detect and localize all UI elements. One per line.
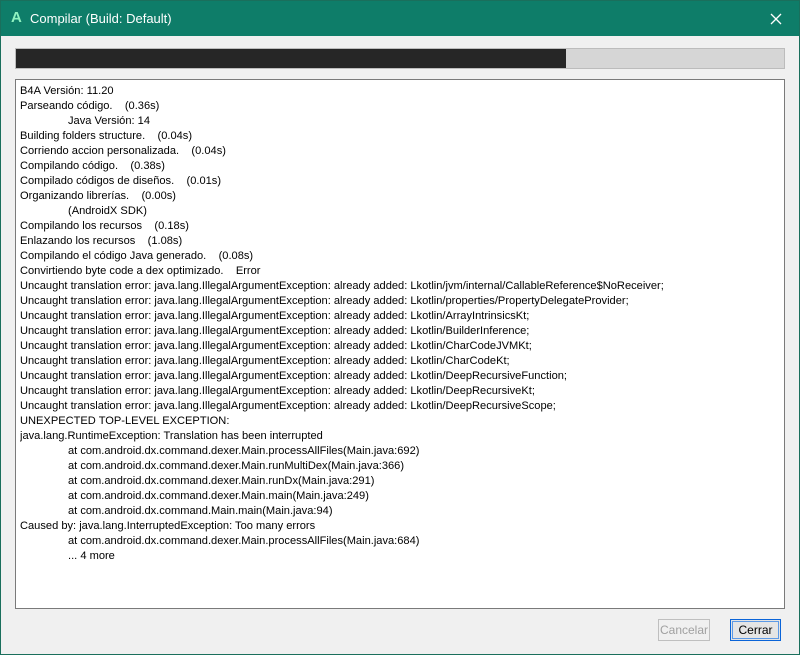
log-line: Compilado códigos de diseños. (0.01s) xyxy=(20,175,222,187)
log-line: Caused by: java.lang.InterruptedExceptio… xyxy=(20,520,316,532)
log-line: Uncaught translation error: java.lang.Il… xyxy=(20,355,510,367)
cancel-button[interactable]: Cancelar xyxy=(658,619,710,641)
log-line: Compilando los recursos (0.18s) xyxy=(20,220,189,232)
log-line: at com.android.dx.command.dexer.Main.pro… xyxy=(68,535,420,547)
log-line: Uncaught translation error: java.lang.Il… xyxy=(20,370,567,382)
log-line: Parseando código. (0.36s) xyxy=(20,100,160,112)
log-line: Building folders structure. (0.04s) xyxy=(20,130,193,142)
log-line: B4A Versión: 11.20 xyxy=(20,85,114,97)
compile-progress-bar xyxy=(15,48,785,69)
log-line: Uncaught translation error: java.lang.Il… xyxy=(20,385,535,397)
log-line: ... 4 more xyxy=(68,550,115,562)
close-icon xyxy=(770,13,782,24)
log-line: Uncaught translation error: java.lang.Il… xyxy=(20,325,530,337)
log-line: Enlazando los recursos (1.08s) xyxy=(20,235,183,247)
log-line: Compilando código. (0.38s) xyxy=(20,160,165,172)
log-line: UNEXPECTED TOP-LEVEL EXCEPTION: xyxy=(20,415,230,427)
log-line: Organizando librerías. (0.00s) xyxy=(20,190,177,202)
log-line: java.lang.RuntimeException: Translation … xyxy=(20,430,323,442)
compile-log[interactable]: B4A Versión: 11.20 Parseando código. (0.3… xyxy=(15,79,785,609)
b4a-app-icon: A xyxy=(11,9,22,26)
log-line: Uncaught translation error: java.lang.Il… xyxy=(20,280,664,292)
log-line: Corriendo accion personalizada. (0.04s) xyxy=(20,145,226,157)
log-line: Uncaught translation error: java.lang.Il… xyxy=(20,295,629,307)
log-line: at com.android.dx.command.dexer.Main.mai… xyxy=(68,490,369,502)
window-title: Compilar (Build: Default) xyxy=(30,11,172,26)
log-line: at com.android.dx.command.dexer.Main.run… xyxy=(68,460,405,472)
log-line: (AndroidX SDK) xyxy=(68,205,147,217)
title-bar[interactable]: A Compilar (Build: Default) xyxy=(1,1,799,36)
log-line: at com.android.dx.command.dexer.Main.run… xyxy=(68,475,375,487)
progress-fill xyxy=(16,49,566,68)
window-close-button[interactable] xyxy=(753,1,799,36)
log-line: Compilando el código Java generado. (0.0… xyxy=(20,250,254,262)
log-lines: B4A Versión: 11.20 Parseando código. (0.3… xyxy=(16,80,784,564)
log-line: Uncaught translation error: java.lang.Il… xyxy=(20,310,530,322)
log-line: Java Versión: 14 xyxy=(68,115,151,127)
log-line: Convirtiendo byte code a dex optimizado.… xyxy=(20,265,261,277)
log-line: Uncaught translation error: java.lang.Il… xyxy=(20,400,556,412)
log-line: Uncaught translation error: java.lang.Il… xyxy=(20,340,532,352)
log-line: at com.android.dx.command.Main.main(Main… xyxy=(68,505,333,517)
compile-dialog: A Compilar (Build: Default) B4A Versión:… xyxy=(0,0,800,655)
close-button[interactable]: Cerrar xyxy=(730,619,781,641)
log-line: at com.android.dx.command.dexer.Main.pro… xyxy=(68,445,420,457)
